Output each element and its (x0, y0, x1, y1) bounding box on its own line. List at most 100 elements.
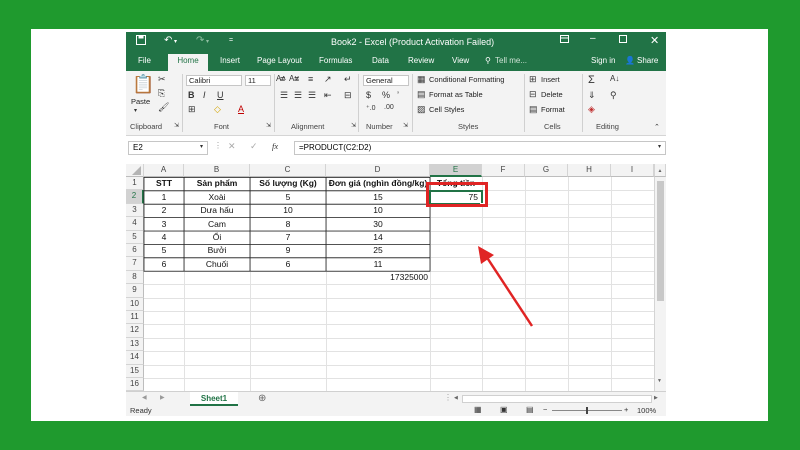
tab-formulas[interactable]: Formulas (319, 56, 352, 65)
tab-data[interactable]: Data (372, 56, 389, 65)
undo-dropdown-icon[interactable]: ▾ (174, 38, 177, 45)
redo-icon[interactable]: ↷ (196, 35, 204, 46)
tab-page-layout[interactable]: Page Layout (257, 56, 302, 65)
scroll-right-icon[interactable]: ▶ (654, 395, 658, 401)
insert-function-button[interactable]: fx (272, 141, 278, 151)
undo-icon[interactable]: ↶ (164, 35, 172, 46)
format-painter-icon[interactable]: 🖌 (158, 102, 169, 113)
borders-icon[interactable]: ⊞ (188, 104, 196, 115)
font-name-box[interactable]: Calibri (186, 75, 242, 86)
cell-styles-icon: ▨ (417, 104, 426, 114)
next-sheet-icon[interactable]: ▶ (160, 394, 165, 401)
sheet-tab-bar: ◀ ▶ Sheet1 ⊕ ⋮ ◀ ▶ (126, 391, 666, 406)
zoom-in-icon[interactable]: + (624, 405, 628, 414)
format-cells-icon: ▤ (529, 104, 538, 114)
align-right-icon[interactable]: ☰ (308, 90, 316, 101)
comma-button[interactable]: ’ (397, 90, 399, 100)
clipboard-launcher-icon[interactable]: ⇲ (174, 122, 179, 129)
ribbon-separator (582, 74, 583, 132)
cancel-formula-icon[interactable]: ✕ (228, 141, 236, 152)
name-box[interactable]: E2 (128, 141, 208, 155)
format-cells-button[interactable]: Format (541, 105, 565, 114)
cell-styles-button[interactable]: Cell Styles (429, 105, 464, 114)
delete-cells-button[interactable]: Delete (541, 90, 563, 99)
decrease-decimal-icon[interactable]: .00 (384, 104, 394, 111)
scroll-left-icon[interactable]: ◀ (454, 395, 458, 401)
tab-insert[interactable]: Insert (220, 56, 240, 65)
fill-color-icon[interactable]: ◇ (214, 104, 221, 115)
number-format-select[interactable]: General (363, 75, 409, 86)
tab-review[interactable]: Review (408, 56, 434, 65)
minimize-icon[interactable]: – (590, 33, 596, 44)
insert-cells-icon: ⊞ (529, 74, 537, 84)
font-size-box[interactable]: 11 (245, 75, 271, 86)
orientation-icon[interactable]: ↗ (324, 74, 332, 85)
zoom-slider-thumb[interactable] (586, 407, 588, 414)
italic-button[interactable]: I (203, 90, 206, 100)
conditional-formatting-icon: ▦ (417, 74, 426, 84)
page-break-view-icon[interactable]: ▤ (526, 405, 534, 414)
paste-icon[interactable]: 📋 (132, 74, 154, 95)
customize-quick-access-icon[interactable]: = (229, 37, 233, 44)
copy-icon[interactable]: ⎘ (158, 88, 165, 99)
increase-decimal-icon[interactable]: ⁺.0 (366, 104, 376, 112)
expand-formula-bar-icon[interactable]: ▾ (658, 143, 661, 150)
underline-button[interactable]: U (217, 90, 224, 100)
clear-icon[interactable]: ◈ (588, 104, 595, 115)
fill-icon[interactable]: ⇓ (588, 90, 596, 101)
middle-align-icon[interactable]: ≡ (294, 74, 299, 84)
paste-dropdown-icon[interactable]: ▾ (134, 107, 137, 114)
top-align-icon[interactable]: ≡ (280, 74, 285, 84)
autosum-icon[interactable]: Σ (588, 74, 595, 86)
redo-dropdown-icon[interactable]: ▾ (206, 38, 209, 45)
number-launcher-icon[interactable]: ⇲ (403, 122, 408, 129)
alignment-group-label: Alignment (291, 122, 325, 131)
zoom-level[interactable]: 100% (637, 406, 656, 415)
find-select-icon[interactable]: ⚲ (610, 90, 617, 101)
tab-view[interactable]: View (452, 56, 469, 65)
alignment-launcher-icon[interactable]: ⇲ (351, 122, 356, 129)
highlight-arrow (478, 246, 534, 327)
name-box-dropdown-icon[interactable]: ▾ (200, 143, 203, 150)
sign-in-link[interactable]: Sign in (591, 56, 615, 65)
worksheet-grid[interactable]: A B C D E F G H I ▲ 1 2 3 4 5 6 7 8 9 10 11 12 13 14 1… (126, 164, 666, 393)
sheet-tab-sheet1[interactable]: Sheet1 (190, 392, 238, 406)
previous-sheet-icon[interactable]: ◀ (142, 394, 147, 401)
bottom-align-icon[interactable]: ≡ (308, 74, 313, 84)
zoom-out-icon[interactable]: − (543, 405, 547, 414)
maximize-icon[interactable] (619, 35, 627, 46)
wrap-text-icon[interactable]: ↵ (344, 74, 352, 85)
currency-button[interactable]: $ (366, 90, 371, 100)
new-sheet-icon[interactable]: ⊕ (258, 393, 266, 404)
paste-button[interactable]: Paste (131, 97, 150, 106)
share-icon[interactable]: 👤 (625, 56, 635, 65)
tab-home[interactable]: Home (168, 54, 208, 71)
bold-button[interactable]: B (188, 90, 195, 100)
merge-center-icon[interactable]: ⊟ (344, 90, 352, 101)
percent-button[interactable]: % (382, 90, 390, 100)
sort-filter-icon[interactable]: A↓ (610, 74, 619, 83)
font-launcher-icon[interactable]: ⇲ (266, 122, 271, 129)
insert-cells-button[interactable]: Insert (541, 75, 560, 84)
ribbon-separator (412, 74, 413, 132)
format-as-table-button[interactable]: Format as Table (429, 90, 483, 99)
align-left-icon[interactable]: ☰ (280, 90, 288, 101)
formula-input[interactable]: =PRODUCT(C2:D2) (294, 141, 666, 155)
close-icon[interactable]: ✕ (650, 34, 659, 47)
tell-me-box[interactable]: Tell me... (495, 56, 527, 65)
horizontal-scrollbar[interactable] (462, 395, 652, 403)
collapse-ribbon-icon[interactable]: ⌃ (654, 123, 660, 131)
cut-icon[interactable]: ✂ (158, 74, 166, 85)
normal-view-icon[interactable]: ▦ (474, 405, 482, 414)
align-center-icon[interactable]: ☰ (294, 90, 302, 101)
save-icon[interactable] (136, 35, 146, 48)
ribbon-home: 📋 Paste ▾ ✂ ⎘ 🖌 Clipboard ⇲ Calibri 11 A… (126, 71, 666, 136)
tab-file[interactable]: File (138, 56, 151, 65)
enter-formula-icon[interactable]: ✓ (250, 141, 258, 152)
page-layout-view-icon[interactable]: ▣ (500, 405, 508, 414)
ribbon-display-options-icon[interactable] (560, 35, 569, 46)
decrease-indent-icon[interactable]: ⇤ (324, 90, 332, 101)
conditional-formatting-button[interactable]: Conditional Formatting (429, 75, 504, 84)
share-button[interactable]: Share (637, 56, 658, 65)
font-color-icon[interactable]: A (238, 104, 244, 114)
